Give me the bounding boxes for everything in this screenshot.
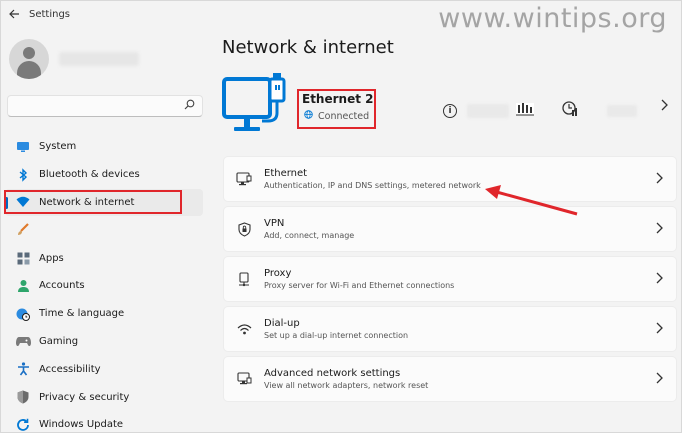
search-box[interactable] <box>7 95 203 117</box>
brush-icon <box>15 222 31 238</box>
accessibility-icon <box>15 361 31 377</box>
chevron-right-icon <box>655 272 663 287</box>
sidebar-item-label: Privacy & security <box>39 391 130 403</box>
sidebar-nav: System Bluetooth & devices Network & int… <box>5 133 203 433</box>
sidebar-item-label: Windows Update <box>39 419 124 431</box>
vpn-card[interactable]: VPN Add, connect, manage <box>223 206 677 252</box>
avatar[interactable] <box>9 39 49 79</box>
annotation-arrow-icon <box>471 181 581 224</box>
bluetooth-icon <box>15 167 31 183</box>
connection-properties: i <box>443 99 637 122</box>
sidebar-item-time[interactable]: Time & language <box>5 300 203 328</box>
search-icon[interactable] <box>184 99 195 113</box>
sidebar-item-label: Accessibility <box>39 363 101 375</box>
usage-redacted <box>607 104 637 117</box>
sidebar-item-privacy[interactable]: Privacy & security <box>5 383 203 411</box>
proxy-card[interactable]: Proxy Proxy server for Wi-Fi and Etherne… <box>223 256 677 302</box>
chevron-right-icon <box>655 372 663 387</box>
vpn-shield-icon <box>235 220 253 238</box>
ethernet-icon <box>235 170 253 188</box>
user-profile[interactable] <box>9 39 139 79</box>
ethernet-pc-icon <box>222 71 294 142</box>
data-usage-icon[interactable] <box>515 99 535 122</box>
globe-clock-icon <box>15 306 31 322</box>
shield-icon <box>15 389 31 405</box>
sidebar-item-bluetooth[interactable]: Bluetooth & devices <box>5 161 203 189</box>
highlight-box-network-nav <box>4 190 182 214</box>
update-icon <box>15 417 31 433</box>
sidebar-item-label: Gaming <box>39 335 79 347</box>
sidebar-item-label: Time & language <box>39 308 125 320</box>
chevron-right-icon <box>655 322 663 337</box>
advanced-network-settings-card[interactable]: Advanced network settings View all netwo… <box>223 356 677 402</box>
sidebar-item-system[interactable]: System <box>5 133 203 161</box>
chevron-right-icon[interactable] <box>660 99 668 115</box>
sidebar-item-update[interactable]: Windows Update <box>5 411 203 433</box>
data-usage-clock-icon[interactable] <box>561 100 579 121</box>
apps-icon <box>15 250 31 266</box>
chevron-right-icon <box>655 172 663 187</box>
card-title: Ethernet <box>264 168 308 179</box>
app-title: Settings <box>29 8 71 20</box>
settings-list: Ethernet Authentication, IP and DNS sett… <box>223 156 677 406</box>
card-subtitle: Proxy server for Wi-Fi and Ethernet conn… <box>264 281 455 290</box>
info-icon[interactable]: i <box>443 103 457 118</box>
sidebar-item-label: Accounts <box>39 280 85 292</box>
watermark: www.wintips.org <box>438 3 667 34</box>
highlight-box-ethernet <box>297 89 376 129</box>
dialup-icon <box>235 320 253 338</box>
chevron-right-icon <box>655 222 663 237</box>
card-title: Proxy <box>264 268 292 279</box>
person-icon <box>15 278 31 294</box>
network-adapter-icon <box>235 370 253 388</box>
card-title: VPN <box>264 218 285 229</box>
card-subtitle: Set up a dial-up internet connection <box>264 331 409 340</box>
sidebar-item-gaming[interactable]: Gaming <box>5 328 203 356</box>
proxy-icon <box>235 270 253 288</box>
gamepad-icon <box>15 333 31 349</box>
search-input[interactable] <box>8 96 178 116</box>
card-subtitle: Authentication, IP and DNS settings, met… <box>264 181 481 190</box>
sidebar-item-label: Apps <box>39 252 64 264</box>
card-subtitle: Add, connect, manage <box>264 231 355 240</box>
ethernet-card[interactable]: Ethernet Authentication, IP and DNS sett… <box>223 156 677 202</box>
sidebar-item-label: System <box>39 141 77 153</box>
sidebar-item-accessibility[interactable]: Accessibility <box>5 355 203 383</box>
sidebar-item-label: Bluetooth & devices <box>39 169 140 181</box>
back-arrow-icon[interactable] <box>1 1 27 27</box>
card-title: Advanced network settings <box>264 368 401 379</box>
dialup-card[interactable]: Dial-up Set up a dial-up internet connec… <box>223 306 677 352</box>
user-name-redacted <box>59 52 139 66</box>
sidebar-item-personalization[interactable] <box>5 216 203 244</box>
sidebar-item-accounts[interactable]: Accounts <box>5 272 203 300</box>
page-title: Network & internet <box>222 37 394 58</box>
monitor-icon <box>15 139 31 155</box>
card-title: Dial-up <box>264 318 300 329</box>
sidebar-item-apps[interactable]: Apps <box>5 244 203 272</box>
card-subtitle: View all network adapters, network reset <box>264 381 429 390</box>
properties-redacted <box>467 103 509 118</box>
